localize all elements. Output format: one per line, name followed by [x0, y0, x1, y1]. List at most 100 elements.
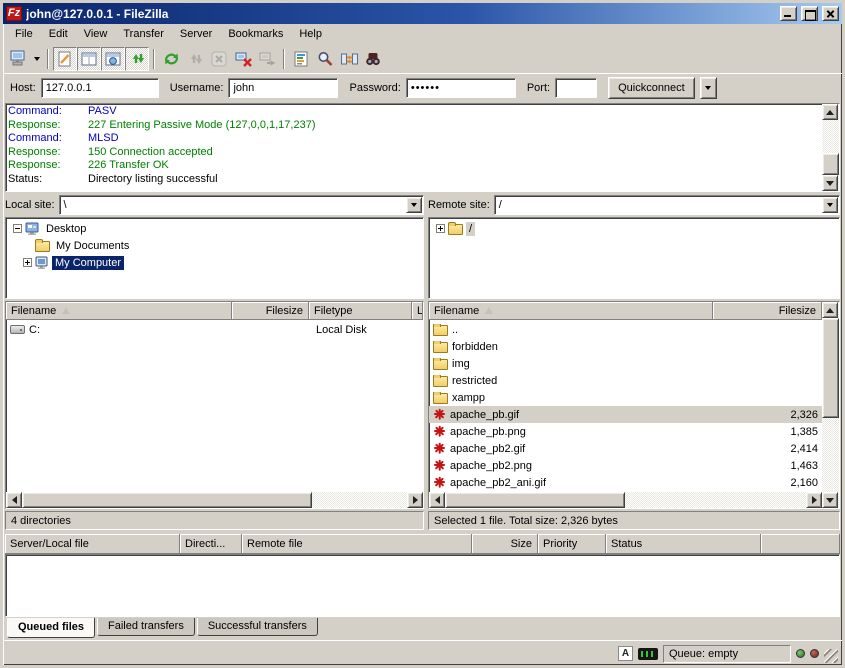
toggle-local-tree-icon[interactable] [77, 47, 101, 71]
scroll-down-icon[interactable] [822, 492, 838, 508]
close-button[interactable] [822, 6, 839, 21]
column-header-size[interactable]: Size [472, 534, 538, 554]
toggle-message-log-icon[interactable] [53, 47, 77, 71]
port-input[interactable] [555, 78, 597, 98]
quickconnect-button[interactable]: Quickconnect [608, 77, 695, 99]
tree-item-label: My Documents [53, 239, 132, 253]
column-header-direction[interactable]: Directi... [180, 534, 242, 554]
expand-icon[interactable] [436, 224, 445, 233]
file-row-c-drive[interactable]: C: Local Disk [6, 321, 423, 338]
refresh-icon[interactable] [159, 47, 183, 71]
scrollbar-thumb[interactable] [822, 318, 839, 418]
menu-server[interactable]: Server [172, 26, 220, 43]
file-row[interactable]: .. [429, 321, 822, 338]
site-manager-icon[interactable] [6, 47, 30, 71]
file-row[interactable]: apache_pb.png1,385 [429, 423, 822, 440]
remote-site-combo[interactable]: / [494, 195, 840, 215]
cancel-operation-icon[interactable] [207, 47, 231, 71]
tree-item-root[interactable]: / [430, 220, 838, 237]
directory-comparison-icon[interactable] [313, 47, 337, 71]
scroll-left-icon[interactable] [429, 492, 445, 508]
remote-list-header: Filename Filesize [429, 302, 822, 320]
synchronized-browsing-icon[interactable] [337, 47, 361, 71]
collapse-icon[interactable] [13, 224, 22, 233]
apache-image-file-icon [433, 476, 446, 489]
scroll-down-icon[interactable] [822, 175, 838, 191]
remote-list-rows[interactable]: .. forbidden img restricted xampp apache… [429, 320, 822, 492]
remote-horizontal-scrollbar[interactable] [429, 492, 822, 508]
disconnect-icon[interactable] [231, 47, 255, 71]
tab-queued-files[interactable]: Queued files [7, 618, 95, 638]
local-site-dropdown[interactable] [406, 197, 422, 213]
scroll-right-icon[interactable] [806, 492, 822, 508]
menu-bookmarks[interactable]: Bookmarks [220, 26, 291, 43]
local-tree[interactable]: Desktop My Documents My Computer [5, 217, 424, 299]
menu-view[interactable]: View [76, 26, 116, 43]
toggle-transfer-queue-icon[interactable] [125, 47, 149, 71]
file-row[interactable]: img [429, 355, 822, 372]
file-row-selected[interactable]: apache_pb.gif2,326 [429, 406, 822, 423]
log-label: Command: [8, 105, 88, 119]
process-queue-icon[interactable] [183, 47, 207, 71]
column-header-filename[interactable]: Filename [6, 302, 232, 320]
resize-grip[interactable] [824, 649, 838, 663]
scrollbar-thumb[interactable] [822, 153, 839, 175]
maximize-button[interactable] [801, 6, 818, 21]
find-files-icon[interactable] [361, 47, 385, 71]
remote-site-dropdown[interactable] [822, 197, 838, 213]
file-row[interactable]: apache_pb2_ani.gif2,160 [429, 474, 822, 491]
folder-icon [433, 393, 448, 404]
minimize-button[interactable] [780, 6, 797, 21]
scroll-up-icon[interactable] [822, 104, 838, 120]
reconnect-icon[interactable] [255, 47, 279, 71]
file-row[interactable]: restricted [429, 372, 822, 389]
column-header-last-modified[interactable]: L [412, 302, 423, 320]
scroll-up-icon[interactable] [822, 302, 838, 318]
scrollbar-thumb[interactable] [22, 492, 312, 508]
column-header-filesize[interactable]: Filesize [232, 302, 309, 320]
log-label: Status: [8, 173, 88, 187]
menu-file[interactable]: File [7, 26, 41, 43]
file-row[interactable]: apache_pb2.gif2,414 [429, 440, 822, 457]
file-row[interactable]: apache_pb2.png1,463 [429, 457, 822, 474]
tab-failed-transfers[interactable]: Failed transfers [97, 618, 195, 636]
scroll-left-icon[interactable] [6, 492, 22, 508]
file-row[interactable]: forbidden [429, 338, 822, 355]
column-header-filename[interactable]: Filename [429, 302, 713, 320]
tree-item-my-computer[interactable]: My Computer [7, 254, 422, 271]
remote-tree[interactable]: / [428, 217, 840, 299]
menu-help[interactable]: Help [291, 26, 330, 43]
folder-icon [448, 224, 463, 235]
tree-item-desktop[interactable]: Desktop [7, 220, 422, 237]
toggle-remote-tree-icon[interactable] [101, 47, 125, 71]
file-type: Local Disk [316, 324, 367, 336]
username-input[interactable]: john [228, 78, 338, 98]
tab-successful-transfers[interactable]: Successful transfers [197, 618, 318, 636]
quickconnect-dropdown[interactable] [700, 77, 717, 99]
column-header-filetype[interactable]: Filetype [309, 302, 412, 320]
host-input[interactable]: 127.0.0.1 [41, 78, 159, 98]
scrollbar-thumb[interactable] [445, 492, 625, 508]
tree-item-my-documents[interactable]: My Documents [7, 237, 422, 254]
directory-listing-filters-icon[interactable] [289, 47, 313, 71]
column-header-status[interactable]: Status [606, 534, 761, 554]
menu-transfer[interactable]: Transfer [115, 26, 172, 43]
remote-vertical-scrollbar[interactable] [822, 302, 839, 508]
column-header-priority[interactable]: Priority [538, 534, 606, 554]
password-input[interactable]: •••••• [406, 78, 516, 98]
folder-icon [433, 342, 448, 353]
menu-edit[interactable]: Edit [41, 26, 76, 43]
local-site-combo[interactable]: \ [59, 195, 424, 215]
local-horizontal-scrollbar[interactable] [6, 492, 423, 508]
expand-icon[interactable] [23, 258, 32, 267]
message-log-body[interactable]: Command:PASV Response:227 Entering Passi… [6, 104, 822, 191]
log-vertical-scrollbar[interactable] [822, 104, 839, 191]
column-header-filesize[interactable]: Filesize [713, 302, 822, 320]
column-header-server-local-file[interactable]: Server/Local file [5, 534, 180, 554]
file-row[interactable]: xampp [429, 389, 822, 406]
queue-body[interactable] [5, 554, 840, 617]
column-header-remote-file[interactable]: Remote file [242, 534, 472, 554]
site-manager-dropdown[interactable] [30, 48, 43, 70]
scroll-right-icon[interactable] [407, 492, 423, 508]
local-list-rows[interactable]: C: Local Disk [6, 320, 423, 492]
